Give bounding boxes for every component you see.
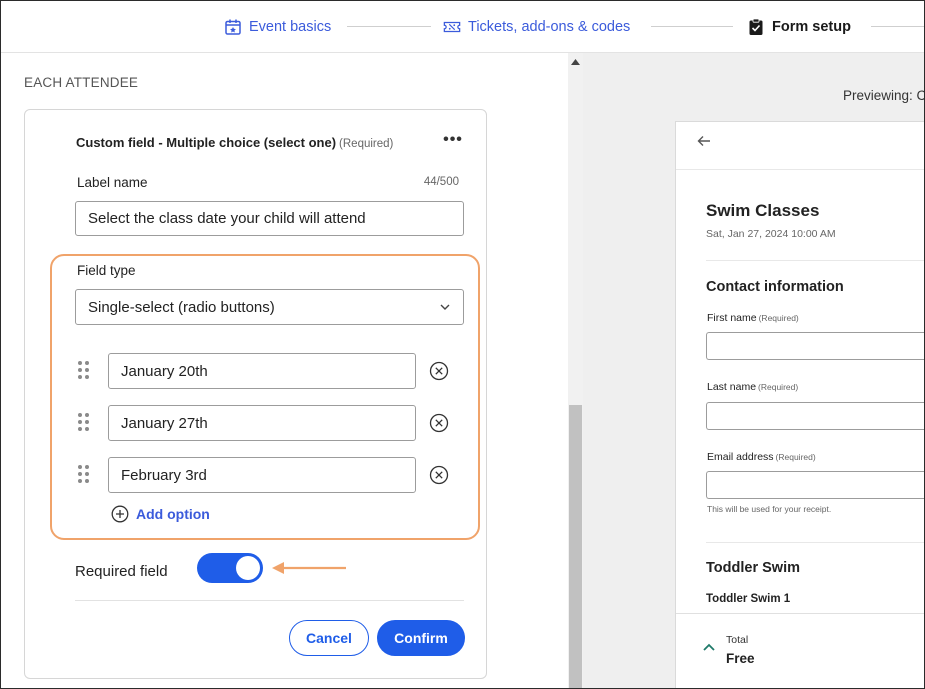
email-label: Email address (Required) <box>707 451 816 463</box>
event-date: Sat, Jan 27, 2024 10:00 AM <box>706 228 836 240</box>
last-name-label: Last name (Required) <box>707 381 798 393</box>
email-help-text: This will be used for your receipt. <box>707 504 832 514</box>
checkout-preview-card: Swim Classes Sat, Jan 27, 2024 10:00 AM … <box>675 121 924 688</box>
plus-circle-icon <box>111 505 129 523</box>
required-tag: (Required) <box>758 313 799 323</box>
step-divider <box>651 26 733 27</box>
option-row: February 3rd <box>77 457 457 493</box>
contact-section-title: Contact information <box>706 279 844 295</box>
total-value: Free <box>726 651 755 666</box>
ticket-icon <box>443 18 461 36</box>
custom-field-card: Custom field - Multiple choice (select o… <box>24 109 487 679</box>
required-toggle[interactable] <box>197 553 263 583</box>
back-arrow-icon[interactable] <box>696 134 712 148</box>
order-total-footer: Total Free <box>676 613 924 688</box>
label-name-label: Label name <box>77 175 148 190</box>
step-divider <box>347 26 431 27</box>
option-row: January 20th <box>77 353 457 389</box>
divider <box>706 260 924 261</box>
remove-option-icon[interactable] <box>429 361 449 381</box>
toggle-knob <box>236 556 260 580</box>
first-name-label: First name (Required) <box>707 312 799 324</box>
chevron-down-icon <box>440 304 450 310</box>
scroll-thumb[interactable] <box>569 405 582 688</box>
add-option-button[interactable]: Add option <box>111 505 210 523</box>
field-type-select[interactable]: Single-select (radio buttons) <box>75 289 464 325</box>
form-editor-panel: EACH ATTENDEE Custom field - Multiple ch… <box>1 53 569 688</box>
event-title: Swim Classes <box>706 201 820 220</box>
character-counter: 44/500 <box>423 176 459 188</box>
ticket-section-title: Toddler Swim <box>706 560 800 576</box>
field-type-value: Single-select (radio buttons) <box>88 298 275 316</box>
previewing-label: Previewing: C <box>843 88 925 103</box>
divider <box>706 542 924 543</box>
step-label: Event basics <box>249 19 332 35</box>
remove-option-icon[interactable] <box>429 465 449 485</box>
clipboard-check-icon <box>747 18 765 36</box>
scroll-up-arrow-icon[interactable] <box>571 59 580 65</box>
app-frame: Event basics Tickets, add-ons & codes Fo… <box>0 0 925 689</box>
step-label: Form setup <box>772 19 851 35</box>
step-tickets[interactable]: Tickets, add-ons & codes <box>443 16 630 38</box>
option-input[interactable]: January 27th <box>108 405 416 441</box>
field-type-label: Field type <box>77 263 136 278</box>
required-tag: (Required) <box>339 138 394 150</box>
label-name-input[interactable]: Select the class date your child will at… <box>75 201 464 236</box>
field-label: First name <box>707 312 757 324</box>
divider <box>75 600 464 601</box>
drag-handle-icon[interactable] <box>77 465 91 485</box>
option-row: January 27th <box>77 405 457 441</box>
last-name-input[interactable] <box>706 402 924 430</box>
option-input[interactable]: February 3rd <box>108 457 416 493</box>
editor-scrollbar[interactable] <box>568 53 583 688</box>
step-form-setup[interactable]: Form setup <box>747 16 851 38</box>
calendar-icon <box>224 18 242 36</box>
email-input[interactable] <box>706 471 924 499</box>
required-tag: (Required) <box>775 452 816 462</box>
remove-option-icon[interactable] <box>429 413 449 433</box>
drag-handle-icon[interactable] <box>77 413 91 433</box>
field-label: Email address <box>707 451 774 463</box>
step-label: Tickets, add-ons & codes <box>468 19 631 35</box>
cancel-button[interactable]: Cancel <box>289 620 369 656</box>
field-label: Last name <box>707 381 757 393</box>
confirm-button[interactable]: Confirm <box>377 620 465 656</box>
preview-panel: Previewing: C Swim Classes Sat, Jan 27, … <box>583 53 925 688</box>
drag-handle-icon[interactable] <box>77 361 91 381</box>
required-field-label: Required field <box>75 563 168 580</box>
step-nav: Event basics Tickets, add-ons & codes Fo… <box>1 1 924 53</box>
chevron-up-icon[interactable] <box>702 642 716 652</box>
step-divider <box>871 26 924 27</box>
required-tag: (Required) <box>758 382 799 392</box>
section-label: EACH ATTENDEE <box>24 75 139 90</box>
option-input[interactable]: January 20th <box>108 353 416 389</box>
card-title: Custom field - Multiple choice (select o… <box>76 135 393 150</box>
ticket-name: Toddler Swim 1 <box>706 593 791 605</box>
more-options-button[interactable]: ••• <box>441 132 465 152</box>
step-event-basics[interactable]: Event basics <box>224 16 331 38</box>
add-option-label: Add option <box>136 506 210 522</box>
pointer-arrow-icon <box>272 562 346 574</box>
divider <box>676 169 924 170</box>
first-name-input[interactable] <box>706 332 924 360</box>
card-title-text: Custom field - Multiple choice (select o… <box>76 135 337 150</box>
total-label: Total <box>726 634 749 646</box>
